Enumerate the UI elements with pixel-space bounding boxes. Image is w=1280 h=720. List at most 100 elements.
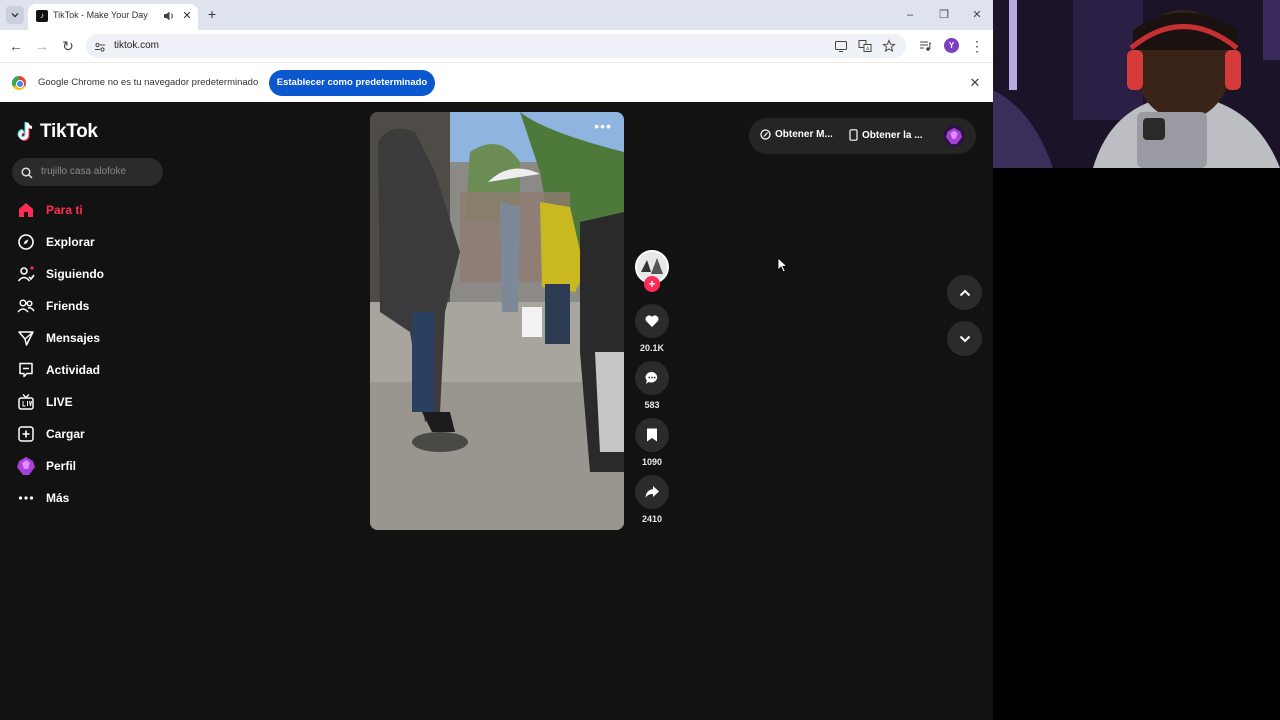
browser-toolbar: ← → ↻ tiktok.com A Y ⋮ xyxy=(0,30,993,62)
reload-icon[interactable]: ↻ xyxy=(60,38,76,54)
tab-tiktok[interactable]: ♪ TikTok - Make Your Day ✕ xyxy=(28,4,198,30)
restore-icon[interactable]: ❐ xyxy=(936,8,952,22)
sidebar-item-label: Actividad xyxy=(46,363,101,377)
infobar-message: Google Chrome no es tu navegador predete… xyxy=(38,77,259,88)
share-button[interactable] xyxy=(635,475,669,509)
messages-icon xyxy=(16,328,36,348)
compass-icon xyxy=(16,232,36,252)
sidebar-item-actividad[interactable]: Actividad xyxy=(16,359,166,381)
video-player[interactable]: ••• xyxy=(370,112,624,530)
follow-button[interactable]: + xyxy=(644,276,660,292)
sidebar-item-label: Explorar xyxy=(46,235,95,249)
sidebar-item-explorar[interactable]: Explorar xyxy=(16,231,166,253)
sidebar-item-live[interactable]: LIVE xyxy=(16,391,166,413)
following-icon xyxy=(16,264,36,284)
speaker-icon[interactable] xyxy=(162,9,176,23)
window-close-icon[interactable]: ✕ xyxy=(969,8,985,22)
get-coins-label: Obtener M... xyxy=(775,129,833,140)
background-area xyxy=(993,168,1280,720)
tiktok-logo[interactable]: TikTok xyxy=(16,120,98,144)
back-icon[interactable]: ← xyxy=(8,38,24,54)
next-video-button[interactable] xyxy=(947,321,982,356)
sidebar-item-label: LIVE xyxy=(46,395,73,409)
profile-avatar-icon xyxy=(16,456,36,476)
media-controls-icon[interactable] xyxy=(918,39,932,53)
chevron-down-icon xyxy=(959,335,970,342)
tiktok-note-icon xyxy=(16,121,36,143)
url-text: tiktok.com xyxy=(114,40,160,51)
mouse-cursor-icon xyxy=(777,257,789,273)
infobar-close-icon[interactable]: ✕ xyxy=(968,76,982,90)
share-count: 2410 xyxy=(641,514,663,524)
save-button[interactable] xyxy=(635,418,669,452)
live-icon xyxy=(16,392,36,412)
phone-icon xyxy=(849,129,858,141)
set-default-button[interactable]: Establecer como predeterminado xyxy=(269,70,435,96)
friends-icon xyxy=(16,296,36,316)
sidebar-item-para-ti[interactable]: Para ti xyxy=(16,199,166,221)
like-button[interactable] xyxy=(635,304,669,338)
previous-video-button[interactable] xyxy=(947,275,982,310)
site-info-icon[interactable] xyxy=(94,40,106,52)
chevron-down-icon xyxy=(11,13,19,18)
chevron-up-icon xyxy=(959,289,970,296)
translate-icon[interactable]: A xyxy=(858,39,872,53)
sidebar-item-label: Mensajes xyxy=(46,331,101,345)
upload-icon xyxy=(16,424,36,444)
sidebar-item-mensajes[interactable]: Mensajes xyxy=(16,327,166,349)
sidebar-item-label: Siguiendo xyxy=(46,267,104,281)
coin-icon xyxy=(760,129,771,140)
top-actions-bar: Obtener M... Obtener la ... xyxy=(749,118,976,154)
sidebar-item-label: Friends xyxy=(46,299,90,313)
tiktok-favicon-icon: ♪ xyxy=(36,10,48,22)
cast-icon[interactable] xyxy=(834,39,848,53)
sidebar-item-perfil[interactable]: Perfil xyxy=(16,455,166,477)
chrome-logo-icon xyxy=(12,76,26,90)
address-bar[interactable]: tiktok.com A xyxy=(86,34,906,58)
comment-icon xyxy=(645,371,658,384)
home-icon xyxy=(16,200,36,220)
profile-avatar[interactable]: Y xyxy=(944,38,959,53)
user-avatar[interactable] xyxy=(943,125,965,147)
comment-count: 583 xyxy=(644,400,660,410)
sidebar-item-cargar[interactable]: Cargar xyxy=(16,423,166,445)
activity-icon xyxy=(16,360,36,380)
webcam-overlay xyxy=(993,0,1280,168)
get-app-label: Obtener la ... xyxy=(862,129,923,141)
browser-menu-icon[interactable]: ⋮ xyxy=(970,37,984,55)
browser-window: ♪ TikTok - Make Your Day ✕ + – ❐ ✕ ← → ↻… xyxy=(0,0,993,102)
get-app-button[interactable]: Obtener la ... xyxy=(849,129,923,141)
tab-close-icon[interactable]: ✕ xyxy=(180,9,194,23)
bookmark-icon xyxy=(647,428,657,442)
save-count: 1090 xyxy=(641,457,663,467)
minimize-icon[interactable]: – xyxy=(902,8,918,22)
search-icon xyxy=(21,166,33,179)
forward-icon[interactable]: → xyxy=(34,38,50,54)
svg-text:A: A xyxy=(866,46,870,52)
sidebar-item-label: Más xyxy=(46,491,70,505)
video-frame xyxy=(370,112,624,530)
sidebar-item-label: Para ti xyxy=(46,203,83,217)
tab-title: TikTok - Make Your Day xyxy=(53,10,148,20)
logo-text: TikTok xyxy=(40,121,98,142)
share-icon xyxy=(645,486,659,498)
comment-button[interactable] xyxy=(635,361,669,395)
video-more-icon[interactable]: ••• xyxy=(594,118,612,134)
search-input[interactable]: trujillo casa alofoke xyxy=(12,158,163,186)
tab-search-button[interactable] xyxy=(6,6,24,24)
sidebar-item-siguiendo[interactable]: Siguiendo xyxy=(16,263,166,285)
search-placeholder: trujillo casa alofoke xyxy=(41,166,127,177)
sidebar-item-label: Perfil xyxy=(46,459,77,473)
default-browser-infobar: Google Chrome no es tu navegador predete… xyxy=(0,62,993,102)
sidebar-item-friends[interactable]: Friends xyxy=(16,295,166,317)
webcam-feed xyxy=(993,0,1280,168)
tab-strip: ♪ TikTok - Make Your Day ✕ + – ❐ ✕ xyxy=(0,0,993,30)
sidebar-item-mas[interactable]: Más xyxy=(16,487,166,509)
new-tab-button[interactable]: + xyxy=(204,6,220,22)
get-coins-button[interactable]: Obtener M... xyxy=(760,129,833,140)
tiktok-page: TikTok trujillo casa alofoke Para ti Exp… xyxy=(0,102,993,720)
more-icon xyxy=(16,488,36,508)
heart-icon xyxy=(645,315,659,327)
bookmark-star-icon[interactable] xyxy=(882,39,896,53)
like-count: 20.1K xyxy=(639,343,665,353)
